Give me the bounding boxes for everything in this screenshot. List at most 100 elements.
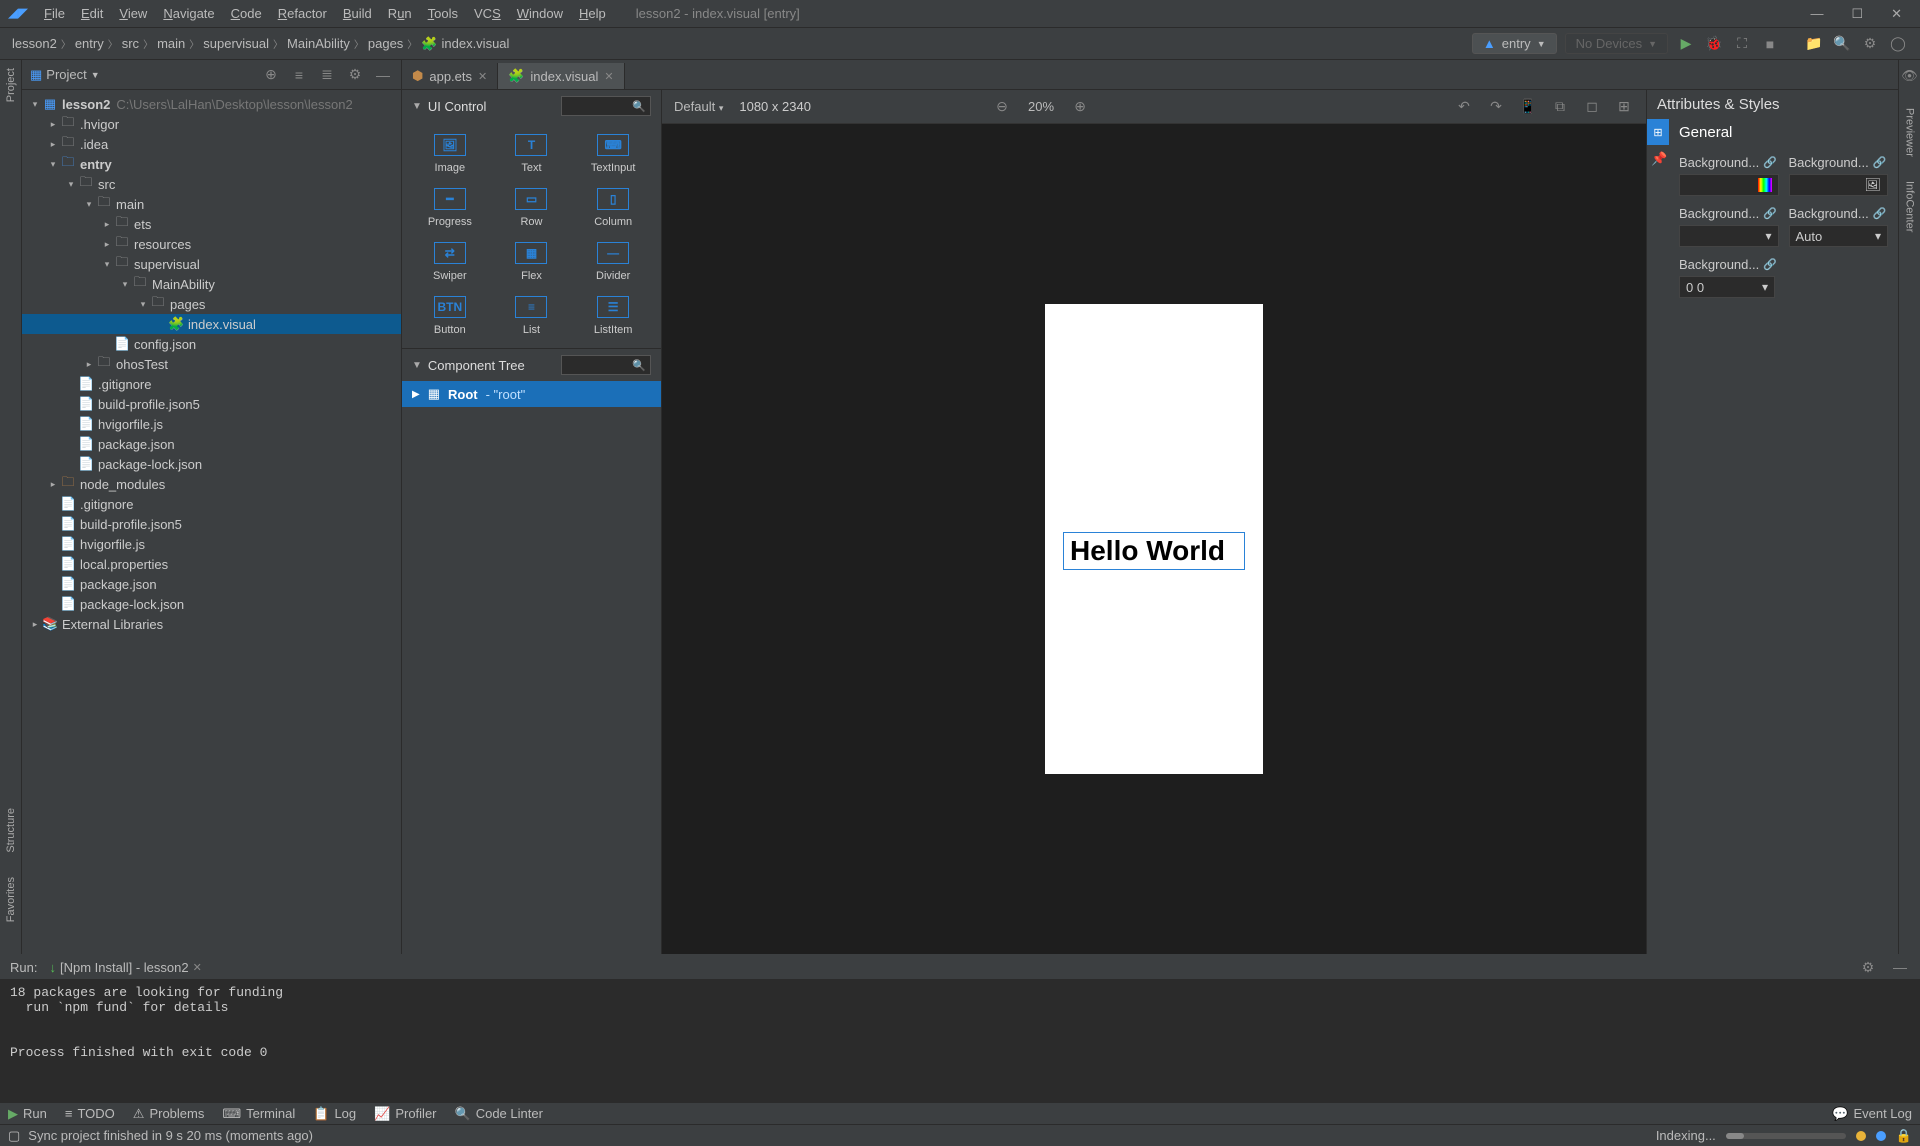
project-tree[interactable]: ▾▦lesson2C:\Users\LalHan\Desktop\lesson\… (22, 90, 401, 954)
zoom-out-button[interactable]: ⊖ (992, 97, 1012, 117)
tree-root[interactable]: ▾▦lesson2C:\Users\LalHan\Desktop\lesson\… (22, 94, 401, 114)
component-tree-root[interactable]: ▶ ▦ Root - "root" (402, 381, 661, 407)
project-view-dropdown[interactable]: ▼ (91, 70, 100, 80)
profiler-tool-button[interactable]: 📈Profiler (374, 1106, 436, 1122)
bg-repeat-dropdown[interactable]: Auto▾ (1789, 225, 1889, 247)
device-preset-dropdown[interactable]: Default ▾ (674, 99, 723, 114)
profile-icon[interactable]: ◯ (1888, 34, 1908, 54)
link-icon[interactable]: 🔗 (1763, 207, 1777, 220)
panel-settings-icon[interactable]: ⚙ (345, 65, 365, 85)
device-icon[interactable]: 📱 (1518, 97, 1538, 117)
todo-tool-button[interactable]: ≡TODO (65, 1106, 115, 1121)
collapse-icon[interactable]: ▼ (412, 101, 422, 112)
tree-item[interactable]: ▸🗀.idea (22, 134, 401, 154)
link-icon[interactable]: 🔗 (1763, 258, 1777, 271)
pin-icon[interactable]: 📌 (1651, 151, 1667, 166)
tree-item[interactable]: 📄package.json (22, 574, 401, 594)
crop-icon[interactable]: ◻ (1582, 97, 1602, 117)
tree-item[interactable]: ▸🗀resources (22, 234, 401, 254)
tree-item[interactable]: ▾🗀supervisual (22, 254, 401, 274)
control-column[interactable]: ▯Column (575, 188, 651, 228)
control-flex[interactable]: ▦Flex (494, 242, 570, 282)
folder-icon[interactable]: 📁 (1804, 34, 1824, 54)
run-tab[interactable]: ↓[Npm Install] - lesson2 ✕ (49, 960, 201, 975)
status-warning-dot[interactable] (1856, 1131, 1866, 1141)
breadcrumb-item[interactable]: MainAbility (287, 36, 350, 51)
tree-item[interactable]: ▾🗀src (22, 174, 401, 194)
tree-item[interactable]: 🧩index.visual (22, 314, 401, 334)
eye-icon[interactable]: 👁 (1901, 68, 1918, 84)
breadcrumb-item[interactable]: entry (75, 36, 104, 51)
codelinter-tool-button[interactable]: 🔍Code Linter (455, 1106, 543, 1122)
tree-item[interactable]: 📄package-lock.json (22, 454, 401, 474)
hide-panel-icon[interactable]: — (373, 65, 393, 85)
color-picker-icon[interactable] (1758, 178, 1772, 192)
hello-world-text[interactable]: Hello World (1063, 532, 1245, 570)
run-button[interactable]: ▶ (1676, 34, 1696, 54)
menu-run[interactable]: Run (382, 4, 418, 23)
tree-item[interactable]: ▾🗀main (22, 194, 401, 214)
collapse-all-icon[interactable]: ≣ (317, 65, 337, 85)
terminal-tool-button[interactable]: ⌨Terminal (222, 1106, 295, 1122)
redo-button[interactable]: ↷ (1486, 97, 1506, 117)
link-icon[interactable]: 🔗 (1873, 207, 1887, 220)
run-config-dropdown[interactable]: ▲entry▼ (1472, 33, 1557, 54)
tree-item[interactable]: ▸🗀.hvigor (22, 114, 401, 134)
settings-button[interactable]: ⚙ (1860, 34, 1880, 54)
tree-item[interactable]: ▸🗀ohosTest (22, 354, 401, 374)
devices-dropdown[interactable]: No Devices▼ (1565, 33, 1668, 54)
image-picker-icon[interactable]: 🖼 (1864, 177, 1881, 193)
structure-tool-button[interactable]: Structure (5, 808, 17, 853)
copy-icon[interactable]: ⧉ (1550, 97, 1570, 117)
control-search-input[interactable]: 🔍 (561, 96, 651, 116)
bg-image-input[interactable]: 🖼 (1789, 174, 1889, 196)
close-tab-icon[interactable]: ✕ (604, 70, 613, 83)
problems-tool-button[interactable]: ⚠Problems (133, 1106, 205, 1122)
undo-button[interactable]: ↶ (1454, 97, 1474, 117)
tree-item[interactable]: 📄build-profile.json5 (22, 514, 401, 534)
menu-code[interactable]: Code (225, 4, 268, 23)
close-tab-icon[interactable]: ✕ (478, 70, 487, 83)
tree-item[interactable]: ▾🗀MainAbility (22, 274, 401, 294)
status-info-dot[interactable] (1876, 1131, 1886, 1141)
breadcrumb-item[interactable]: lesson2 (12, 36, 57, 51)
tree-item[interactable]: 📄config.json (22, 334, 401, 354)
log-tool-button[interactable]: 📋Log (313, 1106, 356, 1122)
control-row[interactable]: ▭Row (494, 188, 570, 228)
coverage-button[interactable]: ⛶ (1732, 34, 1752, 54)
tree-item[interactable]: ▸🗀ets (22, 214, 401, 234)
tree-item[interactable]: 📄.gitignore (22, 374, 401, 394)
zoom-in-button[interactable]: ⊕ (1070, 97, 1090, 117)
tree-item[interactable]: ▾🗀pages (22, 294, 401, 314)
close-run-tab-icon[interactable]: ✕ (193, 961, 202, 974)
minimize-button[interactable]: — (1800, 2, 1833, 26)
breadcrumb-item[interactable]: pages (368, 36, 403, 51)
tree-item[interactable]: 📄build-profile.json5 (22, 394, 401, 414)
control-swiper[interactable]: ⇄Swiper (412, 242, 488, 282)
run-settings-icon[interactable]: ⚙ (1858, 957, 1878, 977)
control-list[interactable]: ≡List (494, 296, 570, 336)
control-divider[interactable]: —Divider (575, 242, 651, 282)
infocenter-tool-button[interactable]: InfoCenter (1904, 181, 1916, 232)
tree-item[interactable]: ▾🗀entry (22, 154, 401, 174)
menu-vcs[interactable]: VCS (468, 4, 507, 23)
control-textinput[interactable]: ⌨TextInput (575, 134, 651, 174)
control-button[interactable]: BTNButton (412, 296, 488, 336)
control-progress[interactable]: ━Progress (412, 188, 488, 228)
project-tool-button[interactable]: Project (5, 68, 17, 102)
hide-run-panel-icon[interactable]: — (1890, 957, 1910, 977)
control-image[interactable]: 🖼Image (412, 134, 488, 174)
link-icon[interactable]: 🔗 (1873, 156, 1887, 169)
search-button[interactable]: 🔍 (1832, 34, 1852, 54)
bg-color-input[interactable] (1679, 174, 1779, 196)
menu-file[interactable]: FFileile (38, 4, 71, 23)
collapse-icon[interactable]: ▼ (412, 360, 422, 371)
close-window-button[interactable]: ✕ (1881, 2, 1912, 26)
control-listitem[interactable]: ☰ListItem (575, 296, 651, 336)
grid-icon[interactable]: ⊞ (1614, 97, 1634, 117)
tree-item[interactable]: 📄hvigorfile.js (22, 534, 401, 554)
expand-icon[interactable]: ▶ (412, 389, 420, 400)
menu-view[interactable]: View (113, 4, 153, 23)
tree-item[interactable]: 📄package-lock.json (22, 594, 401, 614)
menu-navigate[interactable]: Navigate (157, 4, 220, 23)
